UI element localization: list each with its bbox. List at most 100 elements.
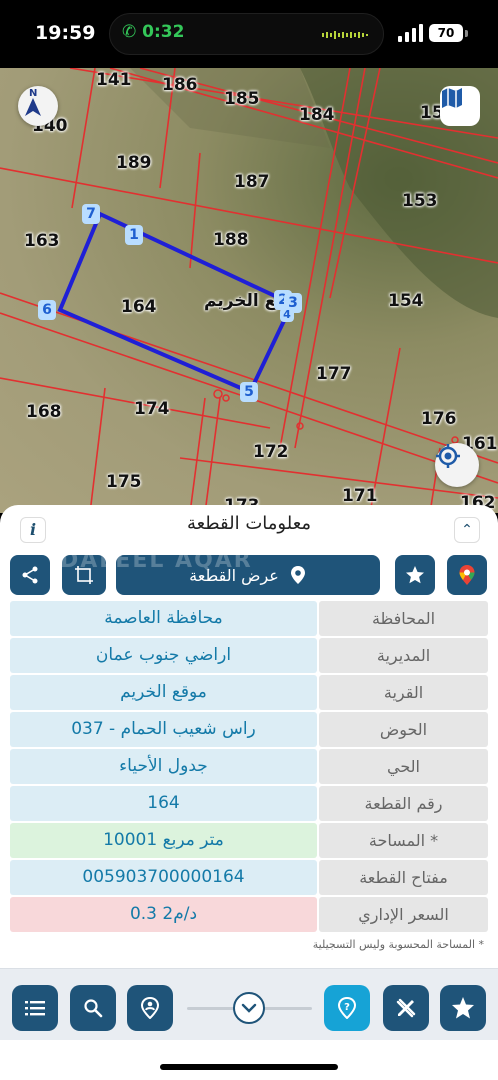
chevron-down-icon: [241, 1003, 257, 1013]
row-directorate: اراضي جنوب عمان المديرية: [10, 638, 488, 675]
cellular-signal-icon: [398, 24, 423, 42]
north-arrow-icon: N: [25, 88, 41, 116]
search-button[interactable]: [70, 985, 116, 1031]
row-basin: راس شعيب الحمام - 037 الحوض: [10, 712, 488, 749]
parcel-number[interactable]: 153: [402, 191, 438, 211]
home-bar-area: [0, 1040, 498, 1080]
ruler-pencil-icon: [396, 998, 416, 1018]
parcel-number[interactable]: 174: [134, 399, 170, 419]
svg-text:?: ?: [344, 1002, 350, 1013]
label-cell: القرية: [319, 675, 488, 710]
location-target-icon: [436, 444, 460, 468]
map-icon: [442, 88, 462, 108]
search-icon: [84, 999, 103, 1018]
collapse-chevron-icon[interactable]: ⌃: [454, 517, 480, 543]
row-parcel-number: 164 رقم القطعة: [10, 786, 488, 823]
panel-header: معلومات القطعة i ⌃: [0, 505, 498, 547]
home-indicator[interactable]: [160, 1064, 338, 1070]
parcel-number[interactable]: 175: [106, 472, 142, 492]
parcel-number[interactable]: 163: [24, 231, 60, 251]
share-icon: [22, 566, 38, 584]
map-view[interactable]: 141 186 185 184 15 140 189 187 153 163 1…: [0, 68, 498, 513]
measure-tools-button[interactable]: [383, 985, 429, 1031]
parcel-number[interactable]: 185: [224, 89, 260, 109]
favorites-list-button[interactable]: [440, 985, 486, 1031]
battery-tip: [465, 30, 468, 37]
battery-icon: 70: [429, 24, 463, 42]
parcel-number[interactable]: 171: [342, 486, 378, 506]
parcel-info-panel: معلومات القطعة i ⌃ عرض القطعة محافظة الع…: [0, 505, 498, 985]
label-cell: مفتاح القطعة: [319, 860, 488, 895]
parcel-number[interactable]: 189: [116, 153, 152, 173]
row-admin-price: 0.3 د/م2 السعر الإداري: [10, 897, 488, 934]
star-icon: [452, 997, 474, 1019]
label-cell: المديرية: [319, 638, 488, 673]
google-maps-icon: [459, 565, 475, 585]
question-pin-icon: ?: [337, 997, 357, 1019]
parcel-details-table: محافظة العاصمة المحافظة اراضي جنوب عمان …: [10, 601, 488, 934]
help-location-button[interactable]: ?: [324, 985, 370, 1031]
parcel-number[interactable]: 164: [121, 297, 157, 317]
google-maps-button[interactable]: [447, 555, 487, 595]
label-cell: المحافظة: [319, 601, 488, 636]
vertex-marker[interactable]: 6: [38, 300, 56, 320]
compass-button[interactable]: N: [18, 86, 58, 126]
bottom-toolbar: ?: [0, 968, 498, 1040]
favorite-button[interactable]: [395, 555, 435, 595]
value-cell: 164: [10, 786, 317, 821]
location-pin-icon: [290, 566, 305, 584]
parcel-number[interactable]: 184: [299, 105, 335, 125]
panel-title: معلومات القطعة: [186, 513, 312, 534]
value-cell: محافظة العاصمة: [10, 601, 317, 636]
vertex-marker[interactable]: 5: [240, 382, 258, 402]
svg-text:N: N: [29, 88, 37, 99]
value-cell: موقع الخريم: [10, 675, 317, 710]
share-button[interactable]: [10, 555, 50, 595]
watermark-logo: DALEEL AQAR: [60, 548, 253, 573]
parcel-number[interactable]: 176: [421, 409, 457, 429]
list-button[interactable]: [12, 985, 58, 1031]
parcel-number[interactable]: 168: [26, 402, 62, 422]
call-timer-text: 0:32: [142, 22, 185, 42]
parcel-number[interactable]: 186: [162, 75, 198, 95]
parcel-number[interactable]: 188: [213, 230, 249, 250]
row-neighborhood: جدول الأحياء الحي: [10, 749, 488, 786]
label-cell: الحي: [319, 749, 488, 784]
label-cell: الحوض: [319, 712, 488, 747]
battery-level: 70: [437, 26, 455, 40]
parcel-number[interactable]: 172: [253, 442, 289, 462]
vertex-marker[interactable]: 7: [82, 204, 100, 224]
value-cell: 005903700000164: [10, 860, 317, 895]
my-location-button[interactable]: [435, 443, 479, 487]
info-button[interactable]: i: [20, 517, 46, 543]
nearby-button[interactable]: [127, 985, 173, 1031]
vertex-marker[interactable]: 1: [125, 225, 143, 245]
map-layers-button[interactable]: [440, 86, 480, 126]
status-bar: 19:59 ✆ 0:32 70: [0, 0, 498, 68]
audio-wave-icon: [322, 31, 368, 39]
row-governorate: محافظة العاصمة المحافظة: [10, 601, 488, 638]
value-cell: 0.3 د/م2: [10, 897, 317, 932]
panel-toggle-handle[interactable]: [233, 992, 265, 1024]
pin-person-icon: [140, 997, 160, 1019]
row-parcel-key: 005903700000164 مفتاح القطعة: [10, 860, 488, 897]
parcel-number[interactable]: 141: [96, 70, 132, 90]
value-cell: جدول الأحياء: [10, 749, 317, 784]
parcel-number[interactable]: 154: [388, 291, 424, 311]
value-cell: اراضي جنوب عمان: [10, 638, 317, 673]
value-cell: 10001 متر مربع: [10, 823, 317, 858]
label-cell: المساحة *: [319, 823, 488, 858]
label-cell: رقم القطعة: [319, 786, 488, 821]
parcel-number[interactable]: 187: [234, 172, 270, 192]
clock: 19:59: [35, 22, 96, 44]
row-village: موقع الخريم القرية: [10, 675, 488, 712]
vertex-marker[interactable]: 4: [280, 308, 294, 322]
list-icon: [25, 1001, 45, 1016]
value-cell: راس شعيب الحمام - 037: [10, 712, 317, 747]
area-footnote: * المساحة المحسوبة وليس التسجيلية: [312, 938, 484, 951]
star-icon: [406, 566, 424, 584]
label-cell: السعر الإداري: [319, 897, 488, 932]
phone-icon: ✆: [122, 22, 137, 42]
parcel-number[interactable]: 177: [316, 364, 352, 384]
call-timer[interactable]: ✆ 0:32: [122, 22, 184, 42]
